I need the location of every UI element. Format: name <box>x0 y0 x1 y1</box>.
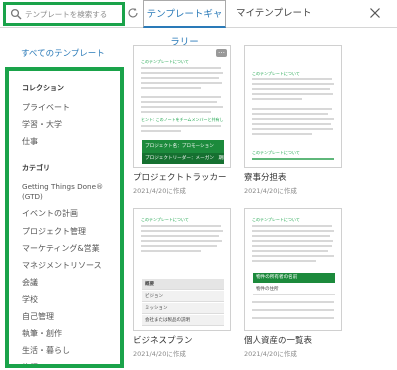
thumb-table-row: ビジョン <box>142 291 224 302</box>
thumb-address-row: 物件の住所 <box>253 284 335 295</box>
template-thumbnail[interactable]: … このテンプレートについて ヒント: このノートをチームメンバーと共有し プロ… <box>133 45 231 168</box>
refresh-icon[interactable] <box>127 7 139 19</box>
template-title[interactable]: ビジネスプラン <box>133 334 193 346</box>
template-date: 2021/4/20に作成 <box>244 187 297 195</box>
sidebar-item-writing[interactable]: 執筆・創作 <box>22 328 62 339</box>
thumb-project-name-bar: プロジェクト名：プロモーション <box>142 140 224 153</box>
template-title[interactable]: 寮事分担表 <box>244 171 287 183</box>
template-thumbnail[interactable]: このテンプレートについて 概要 ビジョン ミッション 会社または製品の説明 <box>133 208 231 331</box>
sidebar-item-event-planning[interactable]: イベントの計画 <box>22 208 78 219</box>
sidebar-item-private[interactable]: プライベート <box>22 102 70 113</box>
all-templates-link[interactable]: すべてのテンプレート <box>21 47 105 59</box>
category-heading: カテゴリ <box>22 164 50 172</box>
sidebar-item-gtd[interactable]: Getting Things Done® (GTD) <box>22 182 117 202</box>
template-title[interactable]: 個人資産の一覧表 <box>244 334 312 346</box>
thumb-hint-text: ヒント: このノートをチームメンバーと共有し <box>141 117 224 122</box>
template-thumbnail[interactable]: このテンプレートについて 物件の所有者の名前 物件の住所 <box>244 208 342 331</box>
thumb-about-text: このテンプレートについて <box>141 217 189 222</box>
template-title[interactable]: プロジェクトトラッカー <box>133 171 227 183</box>
thumb-about-text: このテンプレートについて <box>252 217 300 222</box>
thumb-about-text: このテンプレートについて <box>141 59 189 64</box>
search-box[interactable] <box>3 2 125 26</box>
thumb-project-leader-bar: プロジェクトリーダー：メーガン 期限： <box>142 153 224 164</box>
thumb-about-text: このテンプレートについて <box>252 71 300 76</box>
close-icon[interactable] <box>369 7 381 19</box>
sidebar-item-study[interactable]: 学習・大学 <box>22 119 62 130</box>
sidebar-item-work[interactable]: 仕事 <box>22 136 38 147</box>
thumb-bottom-text: このテンプレートについて <box>252 150 300 155</box>
thumb-table-row: 概要 <box>142 279 224 290</box>
sidebar-item-school[interactable]: 学校 <box>22 294 38 305</box>
collection-heading: コレクション <box>22 84 64 92</box>
sidebar-item-travel[interactable]: 旅行 <box>22 362 38 364</box>
template-thumbnail[interactable]: このテンプレートについて このテンプレートについて <box>244 45 342 168</box>
tab-my-templates[interactable]: マイテンプレート <box>236 0 312 28</box>
sidebar-category-list: コレクション プライベート 学習・大学 仕事 カテゴリ Getting Thin… <box>5 67 124 368</box>
template-date: 2021/4/20に作成 <box>244 350 297 358</box>
search-icon <box>10 8 22 20</box>
tab-template-gallery[interactable]: テンプレートギャラリー <box>143 0 226 48</box>
search-input[interactable] <box>25 9 115 19</box>
sidebar-item-meetings[interactable]: 会議 <box>22 277 38 288</box>
thumb-table-row: 会社または製品の説明 <box>142 315 224 326</box>
template-date: 2021/4/20に作成 <box>133 187 186 195</box>
sidebar-item-management-resources[interactable]: マネジメントリソース <box>22 260 102 271</box>
thumb-table-row: ミッション <box>142 303 224 314</box>
sidebar-item-project-management[interactable]: プロジェクト管理 <box>22 226 86 237</box>
template-date: 2021/4/20に作成 <box>133 350 186 358</box>
sidebar-item-self-management[interactable]: 自己管理 <box>22 311 54 322</box>
sidebar-item-living[interactable]: 生活・暮らし <box>22 345 70 356</box>
sidebar-item-marketing-sales[interactable]: マーケティング&営業 <box>22 243 100 254</box>
top-bar: テンプレートギャラリー マイテンプレート <box>0 0 397 48</box>
thumb-owner-name-bar: 物件の所有者の名前 <box>253 273 335 283</box>
more-options-button[interactable]: … <box>216 48 227 57</box>
